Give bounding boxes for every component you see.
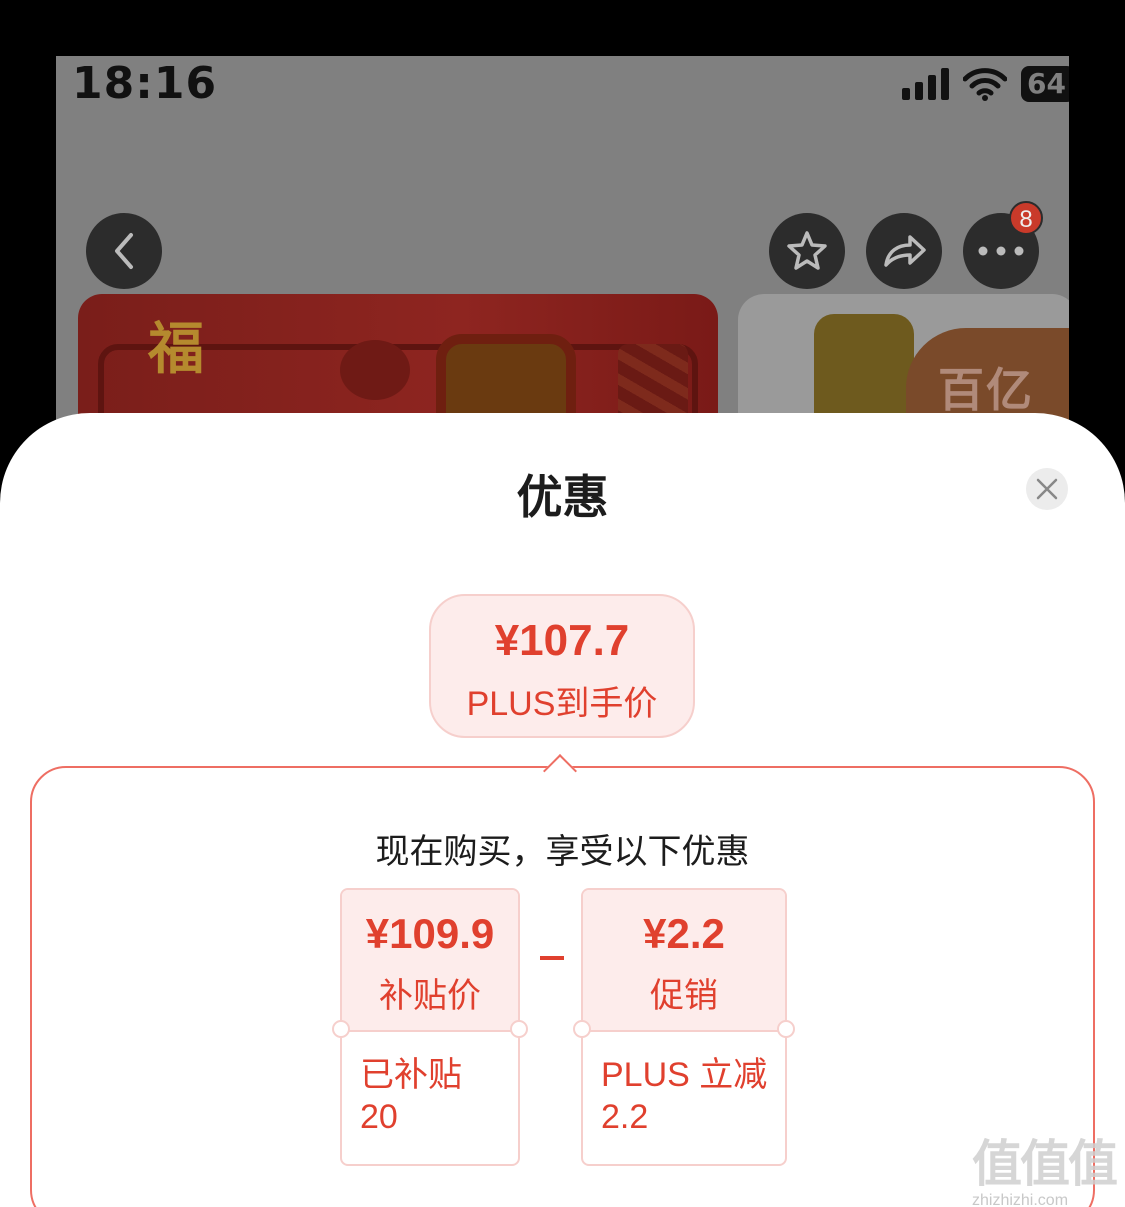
battery-indicator: 64 [1021, 66, 1069, 102]
lantern-decoration [340, 340, 410, 400]
subsidy-tag-text: 百亿 [938, 364, 1034, 416]
signal-icon [902, 68, 949, 100]
favorite-button[interactable] [769, 213, 845, 289]
ticket-notch [573, 1020, 591, 1038]
card-detail: 已补贴 20 [342, 1032, 518, 1138]
card-detail-value: 2.2 [601, 1098, 649, 1136]
panel-heading: 现在购买，享受以下优惠 [375, 833, 750, 871]
firecracker-decoration [618, 344, 688, 424]
ticket-notch [332, 1020, 350, 1038]
site-watermark: 值值值 zhizhizhi.com [972, 1124, 1118, 1207]
more-button[interactable]: 8 [963, 201, 1043, 289]
status-time: 18:16 [72, 58, 218, 109]
card-detail-line: 已补贴 [360, 1056, 462, 1094]
card-header: ¥2.2 促销 [583, 890, 785, 1032]
card-detail-value: 20 [360, 1098, 398, 1136]
back-button[interactable] [86, 213, 162, 289]
star-icon [787, 231, 827, 270]
card-header: ¥109.9 补贴价 [342, 890, 518, 1032]
minus-operator [540, 956, 564, 960]
watermark-logo: 值值值 [972, 1136, 1118, 1192]
more-dots-icon [978, 246, 1024, 256]
ticket-notch [510, 1020, 528, 1038]
card-detail: PLUS 立减 2.2 [583, 1032, 785, 1138]
status-icons: 64 [902, 66, 1069, 102]
final-price-bubble: ¥107.7 PLUS到手价 [429, 594, 695, 738]
ticket-notch [777, 1020, 795, 1038]
subsidy-price-card: ¥109.9 补贴价 已补贴 20 [332, 888, 528, 1166]
final-price-amount: ¥107.7 [494, 616, 630, 665]
share-button[interactable] [866, 213, 942, 289]
card-amount: ¥109.9 [365, 910, 495, 957]
close-icon [1036, 478, 1058, 500]
sheet-title: 优惠 [516, 471, 609, 523]
close-button[interactable] [1026, 468, 1068, 510]
card-label: 促销 [650, 977, 718, 1015]
discount-breakdown-panel: 现在购买，享受以下优惠 ¥109.9 补贴价 已补贴 20 ¥2.2 促销 PL… [30, 766, 1095, 1207]
discount-sheet: 优惠 ¥107.7 PLUS到手价 现在购买，享受以下优惠 ¥109.9 补贴价… [0, 413, 1125, 1207]
card-amount: ¥2.2 [643, 910, 725, 957]
wifi-icon [963, 68, 1007, 101]
share-arrow-icon [884, 235, 926, 267]
notification-badge: 8 [1009, 201, 1043, 235]
card-label: 补贴价 [379, 977, 481, 1015]
promotion-card: ¥2.2 促销 PLUS 立减 2.2 [573, 888, 795, 1166]
card-detail-line: PLUS 立减 [601, 1056, 768, 1094]
brand-logo: 福 [148, 316, 204, 382]
final-price-label: PLUS到手价 [466, 685, 658, 723]
chevron-left-icon [115, 233, 133, 269]
